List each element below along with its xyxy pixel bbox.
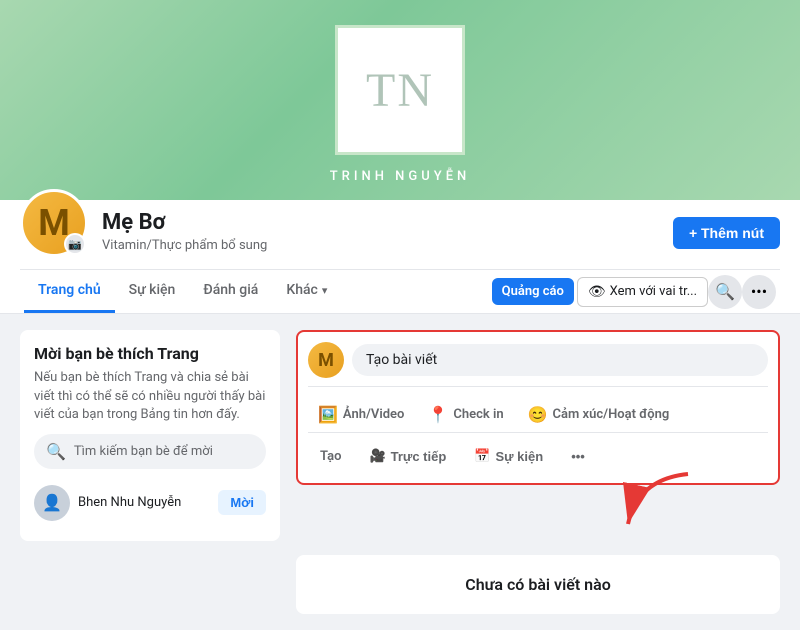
create-post-row: M Tạo bài viết: [308, 342, 768, 387]
more-create-button[interactable]: •••: [559, 442, 597, 471]
profile-actions: + Thêm nút: [673, 217, 780, 257]
invite-title: Mời bạn bè thích Trang: [34, 344, 266, 363]
invite-box: Mời bạn bè thích Trang Nếu bạn bè thích …: [20, 330, 280, 541]
photo-video-button[interactable]: 🖼️ Ảnh/Video: [308, 399, 414, 430]
nav-item-more[interactable]: Khác ▾: [272, 270, 341, 313]
post-input[interactable]: Tạo bài viết: [352, 344, 768, 376]
event-button[interactable]: 📅 Sự kiện: [462, 441, 555, 471]
right-column: M Tạo bài viết 🖼️ Ảnh/Video 📍 Check in 😊…: [296, 330, 780, 614]
nav-bar: Trang chủ Sự kiện Đánh giá Khác ▾ Quảng …: [20, 269, 780, 313]
search-icon: 🔍: [46, 442, 66, 461]
nav-item-events[interactable]: Sự kiện: [115, 270, 190, 313]
add-button[interactable]: + Thêm nút: [673, 217, 780, 249]
live-button[interactable]: 🎥 Trực tiếp: [357, 441, 458, 471]
left-column: Mời bạn bè thích Trang Nếu bạn bè thích …: [20, 330, 280, 614]
camera-icon[interactable]: 📷: [64, 233, 86, 255]
checkin-button[interactable]: 📍 Check in: [418, 399, 513, 430]
friend-name: Bhen Nhu Nguyễn: [78, 495, 218, 510]
nav-item-reviews[interactable]: Đánh giá: [189, 270, 272, 313]
invite-description: Nếu bạn bè thích Trang và chia sẻ bài vi…: [34, 369, 266, 424]
emoji-icon: 😊: [528, 405, 548, 424]
post-box: M Tạo bài viết 🖼️ Ảnh/Video 📍 Check in 😊…: [296, 330, 780, 485]
profile-info: Mẹ Bơ Vitamin/Thực phẩm bổ sung: [102, 210, 659, 257]
eye-icon: 👁: [588, 284, 606, 300]
invite-button[interactable]: Mời: [218, 490, 266, 515]
post-second-row: Tạo 🎥 Trực tiếp 📅 Sự kiện •••: [308, 432, 768, 473]
ellipsis-icon: •••: [571, 449, 585, 464]
live-icon: 🎥: [369, 448, 385, 464]
cover-photo: TN TRINH NGUYỄN: [0, 0, 800, 200]
nav-item-home[interactable]: Trang chủ: [24, 270, 115, 313]
create-label: Tạo: [308, 442, 353, 471]
cover-logo: TN: [366, 63, 434, 118]
event-icon: 📅: [474, 448, 490, 464]
cover-logo-box: TN: [335, 25, 465, 155]
view-as-button[interactable]: 👁 Xem với vai tr...: [577, 277, 708, 307]
photo-icon: 🖼️: [318, 405, 338, 424]
brand-name: TRINH NGUYỄN: [330, 169, 471, 184]
friend-avatar: 👤: [34, 485, 70, 521]
ad-button[interactable]: Quảng cáo: [492, 278, 574, 305]
main-content: Mời bạn bè thích Trang Nếu bạn bè thích …: [0, 314, 800, 630]
avatar-wrapper: M 📷: [20, 213, 88, 257]
feeling-button[interactable]: 😊 Cảm xúc/Hoạt động: [518, 399, 680, 430]
search-friends-input[interactable]: 🔍 Tìm kiếm bạn bè để mời: [34, 434, 266, 469]
more-options-button[interactable]: •••: [742, 275, 776, 309]
profile-section: M 📷 Mẹ Bơ Vitamin/Thực phẩm bổ sung + Th…: [0, 200, 800, 314]
arrow-indicator: [618, 469, 698, 534]
search-button[interactable]: 🔍: [708, 275, 742, 309]
location-icon: 📍: [428, 405, 448, 424]
post-avatar: M: [308, 342, 344, 378]
search-friends-placeholder: Tìm kiếm bạn bè để mời: [74, 444, 213, 459]
chevron-down-icon: ▾: [322, 284, 328, 297]
friend-item: 👤 Bhen Nhu Nguyễn Mời: [34, 479, 266, 527]
page-category: Vitamin/Thực phẩm bổ sung: [102, 238, 659, 253]
no-posts: Chưa có bài viết nào: [296, 555, 780, 614]
profile-top: M 📷 Mẹ Bơ Vitamin/Thực phẩm bổ sung + Th…: [20, 200, 780, 269]
post-actions-row: 🖼️ Ảnh/Video 📍 Check in 😊 Cảm xúc/Hoạt đ…: [308, 395, 768, 432]
page-name: Mẹ Bơ: [102, 210, 659, 236]
no-posts-text: Chưa có bài viết nào: [316, 575, 760, 594]
